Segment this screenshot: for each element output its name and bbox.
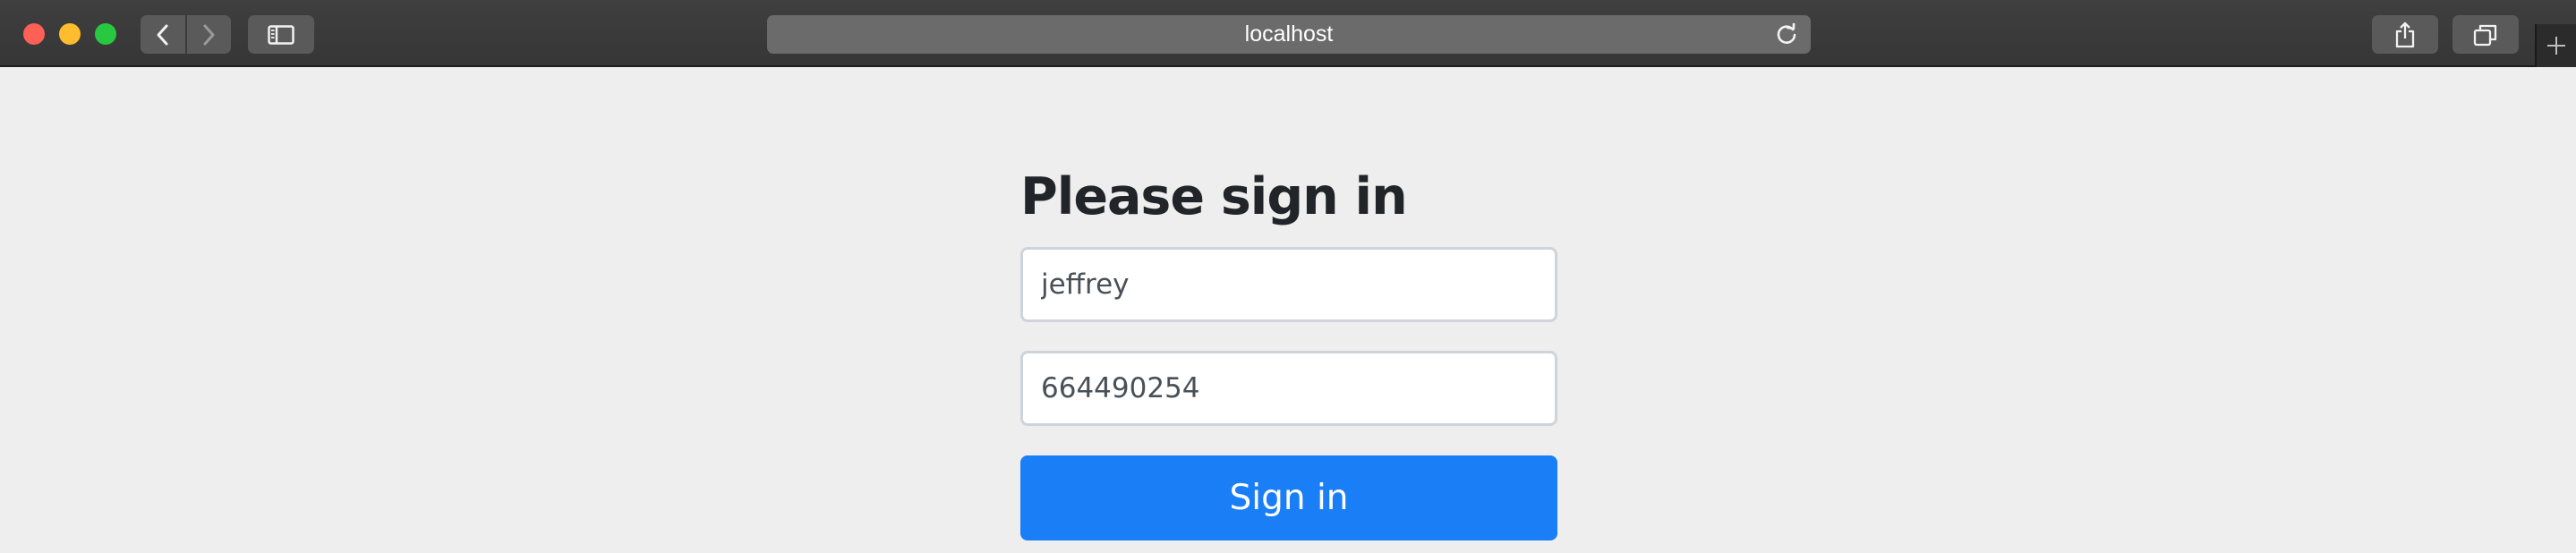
tab-overview-button[interactable] bbox=[2452, 15, 2519, 54]
sign-in-button[interactable]: Sign in bbox=[1020, 455, 1557, 540]
back-button[interactable] bbox=[141, 15, 185, 54]
reload-icon[interactable] bbox=[1775, 23, 1798, 47]
plus-icon bbox=[2547, 37, 2565, 55]
chevron-right-icon bbox=[203, 24, 215, 45]
signin-form: Please sign in Sign in bbox=[1020, 161, 1557, 540]
tab-overview-icon bbox=[2473, 24, 2497, 46]
forward-button[interactable] bbox=[184, 15, 231, 54]
sidebar-button[interactable] bbox=[248, 15, 314, 54]
zoom-window-button[interactable] bbox=[95, 23, 116, 45]
password-field[interactable] bbox=[1020, 351, 1557, 426]
close-window-button[interactable] bbox=[23, 23, 45, 45]
new-tab-button[interactable] bbox=[2535, 24, 2576, 67]
page-title: Please sign in bbox=[1020, 167, 1408, 226]
browser-toolbar: localhost bbox=[0, 0, 2576, 67]
chevron-left-icon bbox=[157, 24, 168, 45]
sidebar-icon bbox=[268, 24, 294, 45]
address-bar[interactable]: localhost bbox=[767, 15, 1811, 54]
share-icon bbox=[2395, 21, 2415, 47]
minimize-window-button[interactable] bbox=[59, 23, 81, 45]
username-field[interactable] bbox=[1020, 247, 1557, 322]
navigation-buttons bbox=[141, 15, 231, 54]
share-button[interactable] bbox=[2372, 15, 2438, 54]
address-text: localhost bbox=[1244, 21, 1334, 47]
